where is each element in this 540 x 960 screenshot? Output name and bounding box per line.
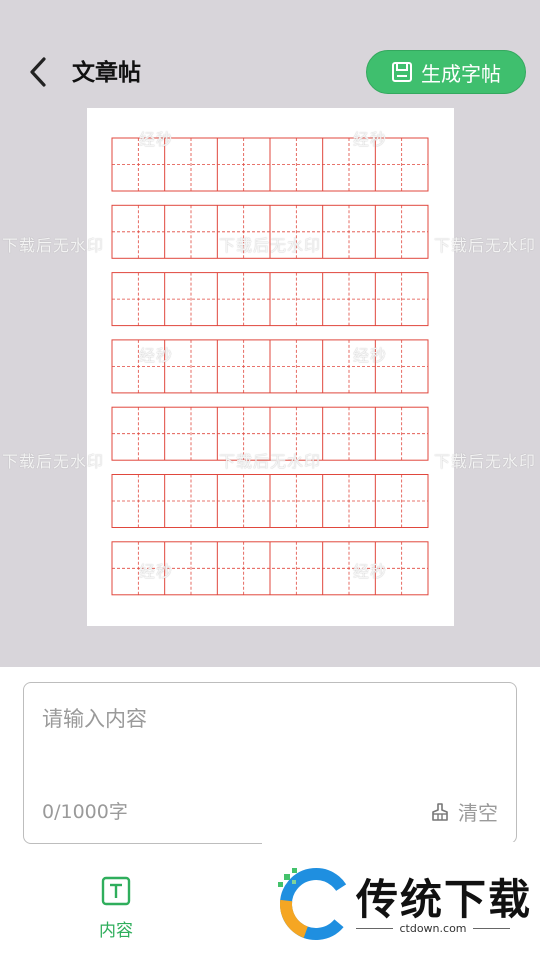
site-logo-name: 传统下载 — [356, 875, 533, 924]
broom-icon — [432, 802, 448, 821]
page-title: 文章帖 — [72, 60, 141, 86]
back-button[interactable] — [20, 54, 56, 90]
save-icon — [391, 61, 413, 83]
clear-label: 清空 — [458, 801, 498, 825]
char-counter: 0/1000字 — [42, 801, 128, 823]
copybook-preview: 经秒 经秒 下载后无水印 经秒 经秒 下载后无水印 经秒 经秒 — [87, 108, 454, 626]
text-icon — [101, 876, 131, 906]
chevron-left-icon — [30, 57, 46, 87]
preview-area: 文章帖 生成字帖 经秒 经秒 下载后无水印 经秒 经秒 下载后无水印 经秒 经秒… — [0, 0, 540, 667]
tab-content-label: 内容 — [99, 921, 133, 941]
generate-button-label: 生成字帖 — [421, 61, 501, 86]
site-logo-mark — [278, 868, 352, 940]
generate-copybook-button[interactable]: 生成字帖 — [366, 50, 526, 94]
tianzige-grid — [111, 137, 429, 596]
content-editor: 0/1000字 清空 — [23, 682, 517, 844]
content-input[interactable] — [42, 703, 492, 783]
tab-content[interactable]: 内容 — [78, 876, 154, 941]
site-logo-overlay: 传统下载 ctdown.com — [262, 842, 540, 960]
site-logo-url: ctdown.com — [356, 922, 510, 935]
clear-button[interactable]: 清空 — [430, 797, 498, 826]
